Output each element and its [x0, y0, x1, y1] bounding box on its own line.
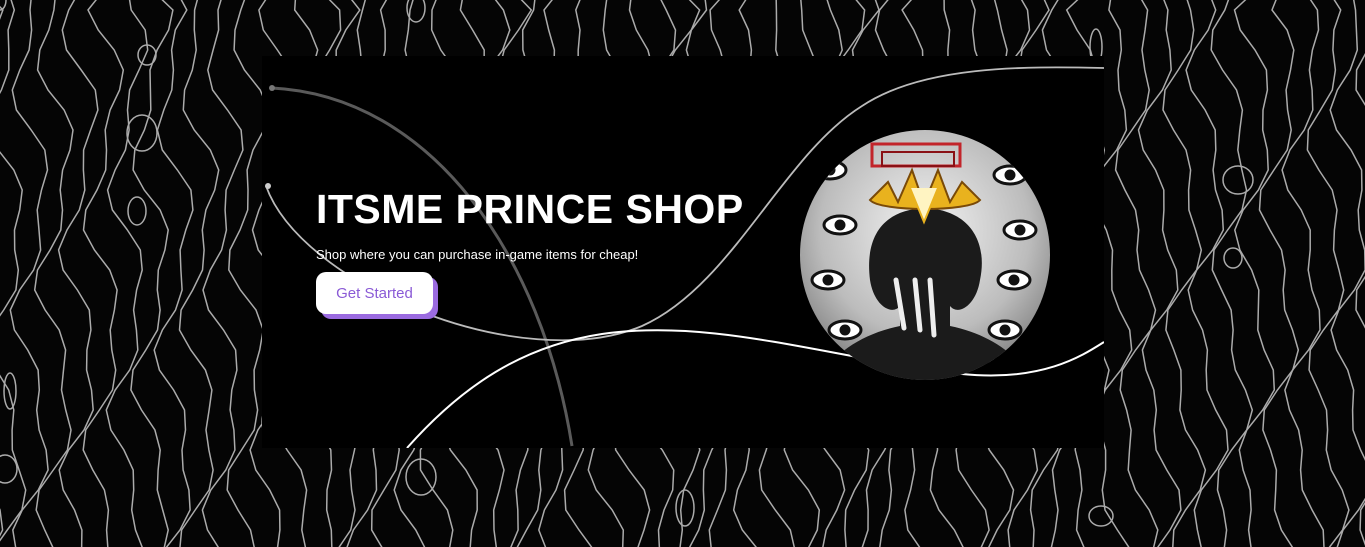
hero-banner: ITSME PRINCE SHOP Shop where you can pur…: [262, 56, 1104, 448]
anime-character-with-halo-icon: [800, 130, 1050, 380]
page-title: ITSME PRINCE SHOP: [316, 186, 744, 232]
hero-subtitle: Shop where you can purchase in-game item…: [316, 247, 639, 262]
landing-page: ITSME PRINCE SHOP Shop where you can pur…: [0, 0, 1365, 547]
get-started-button[interactable]: Get Started: [316, 272, 433, 314]
